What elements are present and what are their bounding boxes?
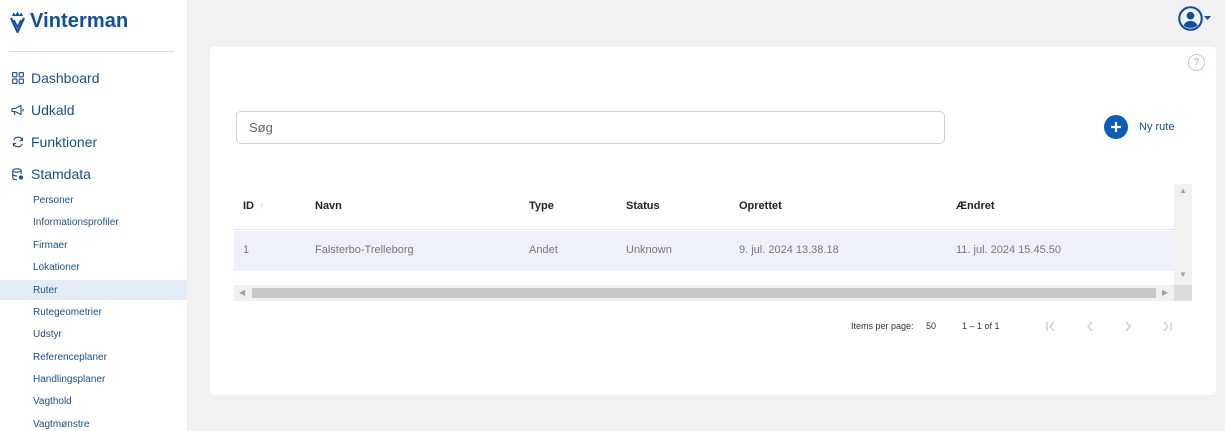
vertical-scrollbar[interactable]: ▲ ▼ [1174, 184, 1192, 285]
new-route-label: Ny rute [1139, 121, 1175, 133]
user-menu-button[interactable] [1178, 6, 1211, 31]
first-page-icon [1046, 321, 1055, 331]
chevron-left-icon [1087, 321, 1093, 331]
nav-item-stamdata[interactable]: Stamdata [0, 164, 91, 184]
cell-status: Unknown [626, 244, 672, 256]
table-header: ID ↑ Navn Type Status Oprettet Ændret [234, 184, 1174, 230]
brand-name: Vinterman [30, 10, 129, 32]
nav-subitem-udstyr[interactable]: Udstyr [0, 324, 187, 344]
column-label: ID [243, 200, 254, 212]
chevron-right-icon [1125, 321, 1131, 331]
cell-type: Andet [529, 244, 558, 256]
cell-oprettet: 9. jul. 2024 13.38.18 [739, 244, 839, 256]
nav-subitem-referenceplaner[interactable]: Referenceplaner [0, 347, 187, 367]
last-page-button[interactable] [1160, 319, 1174, 333]
column-header-aendret[interactable]: Ændret [956, 200, 995, 212]
nav-subitem-rutegeometrier[interactable]: Rutegeometrier [0, 302, 187, 322]
nav-subitem-vagthold[interactable]: Vagthold [0, 391, 187, 411]
nav-subitem-personer[interactable]: Personer [0, 190, 187, 210]
horizontal-scrollbar[interactable]: ◀ ▶ [234, 285, 1192, 301]
nav-subitem-handlingsplaner[interactable]: Handlingsplaner [0, 369, 187, 389]
nav-label-funktioner: Funktioner [31, 134, 98, 150]
last-page-icon [1163, 321, 1172, 331]
cell-navn: Falsterbo-Trelleborg [315, 244, 414, 256]
nav-subitem-vagtmonstre[interactable]: Vagtmønstre [0, 414, 187, 431]
nav-subitem-ruter[interactable]: Ruter [0, 280, 187, 300]
database-icon [11, 167, 25, 181]
crown-shield-icon [10, 11, 25, 33]
cell-aendret: 11. jul. 2024 15.45.50 [956, 244, 1061, 256]
nav-label-dashboard: Dashboard [31, 70, 100, 86]
nav-item-dashboard[interactable]: Dashboard [0, 68, 100, 88]
next-page-button[interactable] [1121, 319, 1135, 333]
sync-icon [11, 135, 25, 149]
scrollbar-corner [1174, 285, 1192, 301]
search-input[interactable] [236, 111, 945, 144]
brand-logo[interactable]: Vinterman [9, 10, 128, 33]
scroll-right-icon[interactable]: ▶ [1162, 288, 1168, 297]
nav-label-udkald: Udkald [31, 102, 75, 118]
nav-label-stamdata: Stamdata [31, 166, 91, 182]
sidebar-divider [9, 51, 174, 52]
page-range-label: 1 – 1 of 1 [962, 321, 1000, 331]
scroll-left-icon[interactable]: ◀ [239, 288, 245, 297]
nav-item-funktioner[interactable]: Funktioner [0, 132, 97, 152]
items-per-page-label: Items per page: [851, 321, 914, 331]
page-size-select[interactable]: 50 [926, 321, 936, 331]
new-route-button[interactable]: Ny rute [1104, 115, 1174, 139]
nav-item-udkald[interactable]: Udkald [0, 100, 75, 120]
nav-subitem-firmaer[interactable]: Firmaer [0, 235, 187, 255]
scroll-down-icon[interactable]: ▼ [1179, 270, 1187, 279]
table-row[interactable]: 1 Falsterbo-Trelleborg Andet Unknown 9. … [234, 231, 1174, 271]
previous-page-button[interactable] [1083, 319, 1097, 333]
cell-id: 1 [243, 244, 250, 256]
account-circle-icon [1178, 6, 1203, 31]
sort-arrow-icon[interactable]: ↑ [259, 201, 264, 212]
column-header-status[interactable]: Status [626, 200, 660, 212]
routes-card: ? Ny rute ID ↑ Navn Type Status Oprettet… [210, 47, 1216, 395]
sidebar: Vinterman Dashboard Udkald Funktioner St… [0, 0, 187, 431]
plus-circle-icon [1104, 115, 1128, 139]
help-icon[interactable]: ? [1188, 54, 1205, 71]
column-header-oprettet[interactable]: Oprettet [739, 200, 782, 212]
column-header-id[interactable]: ID ↑ [243, 200, 264, 212]
nav-subitem-lokationer[interactable]: Lokationer [0, 257, 187, 277]
megaphone-icon [11, 103, 25, 117]
scroll-up-icon[interactable]: ▲ [1179, 186, 1187, 195]
routes-table: ID ↑ Navn Type Status Oprettet Ændret 1 … [234, 184, 1192, 301]
dashboard-icon [11, 71, 25, 85]
caret-down-icon [1204, 16, 1211, 20]
first-page-button[interactable] [1044, 319, 1058, 333]
paginator: Items per page: 50 1 – 1 of 1 [851, 319, 1191, 335]
column-header-type[interactable]: Type [529, 200, 554, 212]
scrollbar-thumb[interactable] [252, 288, 1156, 298]
nav-subitem-informationsprofiler[interactable]: Informationsprofiler [0, 212, 187, 232]
column-header-navn[interactable]: Navn [315, 200, 342, 212]
